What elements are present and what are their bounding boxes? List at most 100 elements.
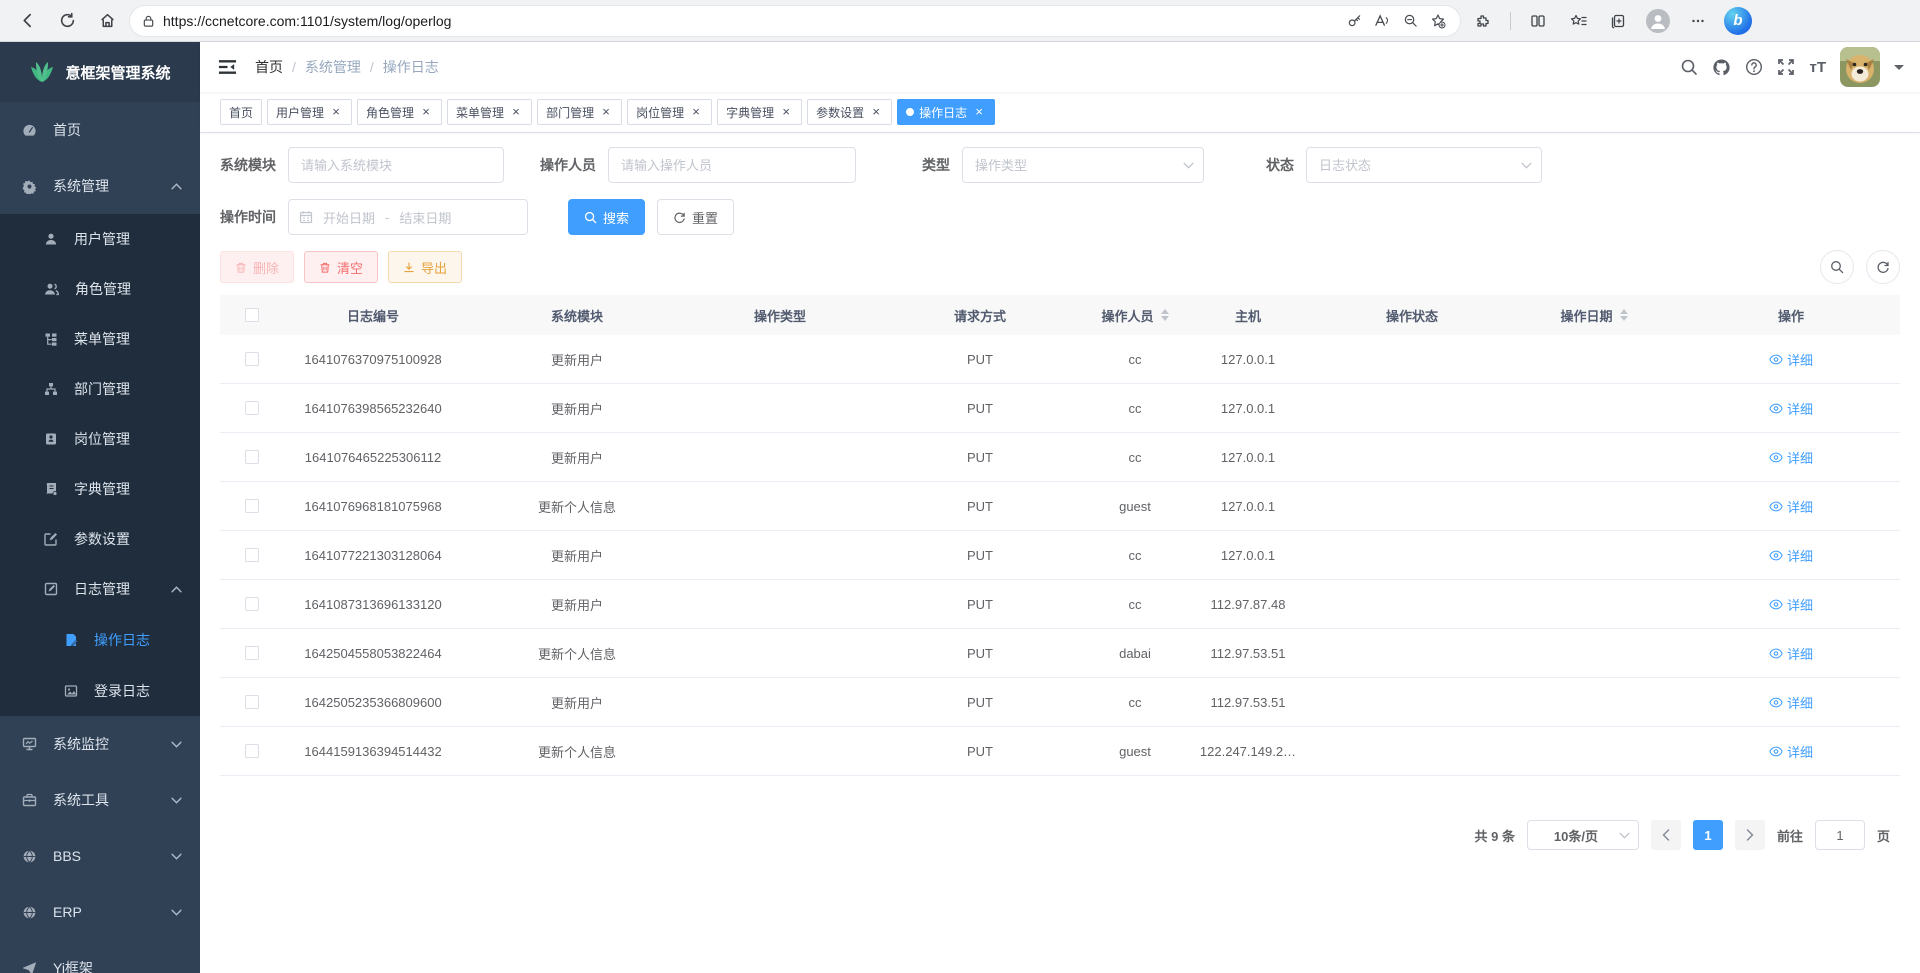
detail-link[interactable]: 详细 [1769,546,1813,565]
sidebar-item-dictionary[interactable]: 字典管理 [0,464,200,514]
refresh-icon[interactable] [50,6,84,36]
prev-page-button[interactable] [1651,820,1681,850]
sidebar-item-yi-framework[interactable]: Yi框架 [0,940,200,973]
app-logo[interactable]: 意框架管理系统 [0,42,200,102]
detail-link[interactable]: 详细 [1769,497,1813,516]
tab-operation-log[interactable]: 操作日志× [897,99,995,125]
tab-user-mgmt[interactable]: 用户管理× [267,99,352,125]
sidebar-item-system[interactable]: 系统管理 [0,158,200,214]
detail-link[interactable]: 详细 [1769,350,1813,369]
favorite-add-icon[interactable] [1424,8,1452,34]
tab-home[interactable]: 首页 [220,99,262,125]
collapse-sidebar-icon[interactable] [218,59,237,75]
close-icon[interactable]: × [972,105,986,119]
fullscreen-icon[interactable] [1777,58,1795,76]
read-aloud-icon[interactable] [1368,8,1396,34]
tab-dict-mgmt[interactable]: 字典管理× [717,99,802,125]
sidebar-item-users[interactable]: 用户管理 [0,214,200,264]
detail-link[interactable]: 详细 [1769,399,1813,418]
status-select[interactable] [1306,147,1542,183]
zoom-out-icon[interactable] [1396,8,1424,34]
select-all-checkbox[interactable] [245,308,259,322]
collections-icon[interactable] [1601,6,1635,36]
row-checkbox[interactable] [245,597,259,611]
copilot-icon[interactable]: b [1721,6,1755,36]
page-size-select[interactable]: 10条/页 [1527,820,1639,850]
row-checkbox[interactable] [245,744,259,758]
module-input[interactable] [288,147,504,183]
close-icon[interactable]: × [689,105,703,119]
favorites-icon[interactable] [1561,6,1595,36]
row-checkbox[interactable] [245,646,259,660]
breadcrumb-system[interactable]: 系统管理 [305,57,361,77]
tab-dept-mgmt[interactable]: 部门管理× [537,99,622,125]
sidebar-item-parameters[interactable]: 参数设置 [0,514,200,564]
detail-link[interactable]: 详细 [1769,644,1813,663]
refresh-table-icon[interactable] [1866,250,1900,284]
sidebar-item-departments[interactable]: 部门管理 [0,364,200,414]
chevron-down-icon[interactable] [1894,65,1904,75]
lock-icon[interactable] [142,14,155,28]
row-checkbox[interactable] [245,401,259,415]
sidebar-item-posts[interactable]: 岗位管理 [0,414,200,464]
tab-param-settings[interactable]: 参数设置× [807,99,892,125]
search-button[interactable]: 搜索 [568,199,645,235]
github-icon[interactable] [1712,58,1731,77]
row-checkbox[interactable] [245,352,259,366]
font-size-icon[interactable]: тT [1809,59,1826,76]
help-icon[interactable] [1745,58,1763,76]
key-icon[interactable] [1340,8,1368,34]
detail-link[interactable]: 详细 [1769,693,1813,712]
close-icon[interactable]: × [329,105,343,119]
page-number-1[interactable]: 1 [1693,820,1723,850]
user-avatar[interactable] [1840,47,1880,87]
detail-link[interactable]: 详细 [1769,742,1813,761]
address-bar[interactable]: https://ccnetcore.com:1101/system/log/op… [130,6,1460,36]
close-icon[interactable]: × [779,105,793,119]
close-icon[interactable]: × [419,105,433,119]
close-icon[interactable]: × [599,105,613,119]
row-checkbox[interactable] [245,548,259,562]
split-screen-icon[interactable] [1521,6,1555,36]
tab-role-mgmt[interactable]: 角色管理× [357,99,442,125]
extensions-icon[interactable] [1466,6,1500,36]
goto-page-input[interactable] [1815,820,1865,850]
sidebar-item-login-log[interactable]: 登录日志 [0,665,200,716]
operator-input[interactable] [608,147,856,183]
sort-icon[interactable] [1161,305,1169,325]
home-icon[interactable] [90,6,124,36]
tab-menu-mgmt[interactable]: 菜单管理× [447,99,532,125]
clear-button[interactable]: 清空 [304,251,378,283]
reset-button[interactable]: 重置 [657,199,734,235]
close-icon[interactable]: × [869,105,883,119]
more-icon[interactable] [1681,6,1715,36]
export-button[interactable]: 导出 [388,251,462,283]
row-checkbox[interactable] [245,499,259,513]
sidebar-item-erp[interactable]: ERP [0,884,200,940]
tab-post-mgmt[interactable]: 岗位管理× [627,99,712,125]
next-page-button[interactable] [1735,820,1765,850]
sidebar-item-menus[interactable]: 菜单管理 [0,314,200,364]
sidebar-item-logs[interactable]: 日志管理 [0,564,200,614]
sidebar-item-tools[interactable]: 系统工具 [0,772,200,828]
profile-icon[interactable] [1641,6,1675,36]
date-range-input[interactable]: 开始日期 - 结束日期 [288,199,528,235]
sidebar-item-roles[interactable]: 角色管理 [0,264,200,314]
sidebar-item-monitor[interactable]: 系统监控 [0,716,200,772]
delete-button[interactable]: 删除 [220,251,294,283]
toggle-search-icon[interactable] [1820,250,1854,284]
detail-link[interactable]: 详细 [1769,595,1813,614]
close-icon[interactable]: × [509,105,523,119]
detail-link[interactable]: 详细 [1769,448,1813,467]
row-checkbox[interactable] [245,450,259,464]
breadcrumb-home[interactable]: 首页 [255,57,283,77]
back-icon[interactable] [10,6,44,36]
sidebar-item-home[interactable]: 首页 [0,102,200,158]
sort-icon[interactable] [1620,305,1628,325]
sidebar-item-operation-log[interactable]: 操作日志 [0,614,200,665]
row-checkbox[interactable] [245,695,259,709]
search-icon[interactable] [1680,58,1698,76]
type-select[interactable] [962,147,1204,183]
url-text[interactable]: https://ccnetcore.com:1101/system/log/op… [163,13,1340,29]
sidebar-item-bbs[interactable]: BBS [0,828,200,884]
